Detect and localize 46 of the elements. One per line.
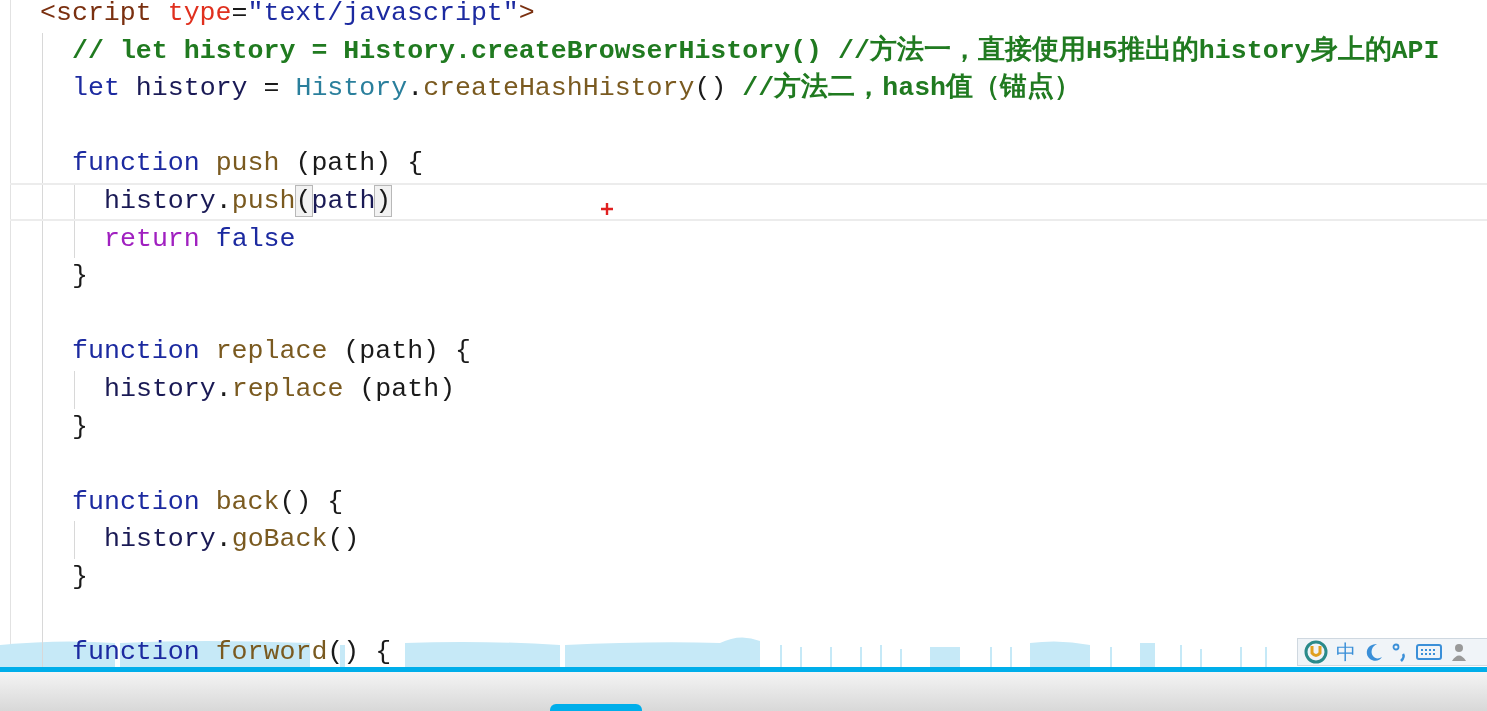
code-punctuation: }: [72, 561, 88, 592]
code-identifier: history: [104, 373, 216, 404]
code-identifier: path: [311, 185, 376, 216]
code-punctuation: (path) {: [343, 336, 471, 367]
code-punctuation: .: [407, 73, 424, 104]
code-keyword: function: [72, 336, 200, 367]
code-punctuation: =: [263, 73, 280, 104]
code-function: push: [231, 185, 296, 216]
code-tag: >: [518, 0, 535, 28]
code-identifier: history: [135, 73, 248, 104]
code-punctuation: (path): [359, 373, 456, 404]
code-punctuation: }: [72, 261, 88, 292]
code-attribute: type: [167, 0, 232, 28]
code-identifier: history: [104, 524, 216, 555]
code-punctuation: (): [694, 73, 727, 104]
code-punctuation: =: [231, 0, 248, 28]
code-string: "text/javascript": [247, 0, 519, 28]
code-punctuation: (): [327, 524, 360, 555]
code-function: back: [215, 486, 280, 517]
code-function: replace: [231, 373, 344, 404]
code-function: goBack: [231, 524, 328, 555]
matched-bracket: (: [295, 185, 312, 216]
code-function: push: [215, 148, 280, 179]
code-identifier: history: [104, 185, 216, 216]
code-comment: //方法二，hash值（锚点）: [742, 73, 1082, 104]
code-punctuation: (path) {: [295, 148, 424, 179]
code-keyword: function: [72, 637, 200, 668]
code-comment: // let history = History.createBrowserHistory() //方法一，直接使用H5推出的history身上的API: [72, 35, 1440, 66]
code-punctuation: .: [215, 373, 232, 404]
code-punctuation: () {: [327, 637, 392, 668]
code-tag: <script: [40, 0, 152, 28]
code-keyword: function: [72, 486, 200, 517]
code-keyword: let: [72, 73, 120, 104]
code-punctuation: .: [215, 185, 232, 216]
code-function: createHashHistory: [423, 73, 695, 104]
code-function: replace: [215, 336, 328, 367]
code-class: History: [295, 73, 408, 104]
code-literal: false: [215, 223, 296, 254]
code-keyword: function: [72, 148, 200, 179]
input-mode-toggle[interactable]: 中: [1336, 638, 1356, 666]
code-punctuation: () {: [279, 486, 344, 517]
matched-bracket: ): [375, 185, 392, 216]
code-function: forword: [215, 637, 328, 668]
code-punctuation: .: [215, 524, 232, 555]
code-keyword: return: [104, 223, 200, 254]
code-punctuation: }: [72, 411, 88, 442]
